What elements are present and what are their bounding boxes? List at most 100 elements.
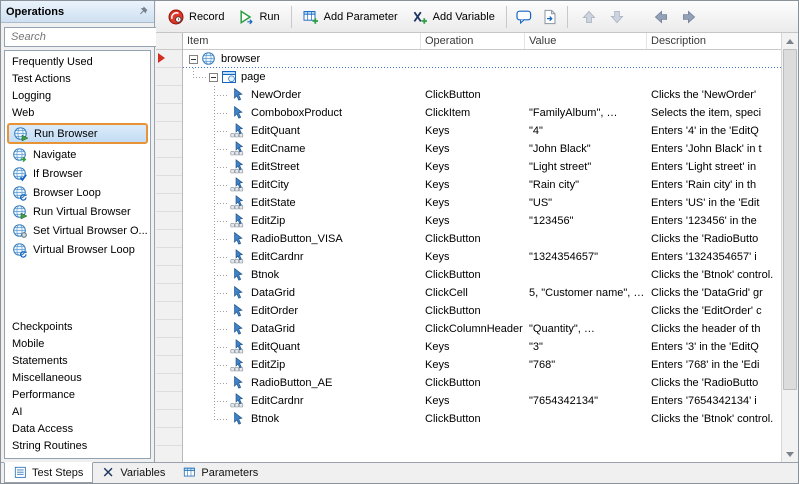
sidebar-item-virtual-browser-loop[interactable]: Virtual Browser Loop [5,240,150,259]
indent-button[interactable] [676,5,702,29]
row-selector[interactable] [156,176,182,194]
test-step-row[interactable]: BtnokClickButtonClicks the 'Btnok' contr… [183,410,781,428]
test-step-row[interactable]: EditQuantKeys"4"Enters '4' in the 'EditQ [183,122,781,140]
sidebar-item-run-virtual-browser[interactable]: Run Virtual Browser [5,202,150,221]
test-step-row[interactable]: RadioButton_AEClickButtonClicks the 'Rad… [183,374,781,392]
row-selector[interactable] [156,410,182,428]
row-selector[interactable] [156,446,182,462]
row-selector[interactable] [156,104,182,122]
search-input[interactable] [9,30,156,44]
item-cell: EditOrder [183,302,421,320]
run-button[interactable]: Run [231,5,286,29]
tab-test-steps[interactable]: Test Steps [4,462,93,483]
record-button[interactable]: Record [161,5,231,29]
item-name: EditCardnr [251,395,304,407]
collapse-toggle[interactable] [189,55,198,64]
sidebar-item-browser-loop[interactable]: Browser Loop [5,183,150,202]
scroll-down-button[interactable] [782,446,798,462]
move-down-button[interactable] [604,5,630,29]
item-cell: RadioButton_VISA [183,230,421,248]
tab-variables[interactable]: Variables [93,463,174,483]
sidebar-item-data-access[interactable]: Data Access [5,421,150,438]
row-selector[interactable] [156,212,182,230]
sidebar-item-statements[interactable]: Statements [5,353,150,370]
sidebar-item-checkpoints[interactable]: Checkpoints [5,319,150,336]
row-selector[interactable] [156,50,182,68]
row-selector[interactable] [156,194,182,212]
item-name: EditZip [251,215,285,227]
row-selector[interactable] [156,338,182,356]
test-step-row[interactable]: EditStreetKeys"Light street"Enters 'Ligh… [183,158,781,176]
add-parameter-button[interactable]: Add Parameter [296,5,405,29]
column-header-item[interactable]: Item [183,33,421,49]
test-step-row[interactable]: EditCardnrKeys"7654342134"Enters '765434… [183,392,781,410]
row-selector[interactable] [156,320,182,338]
collapse-toggle[interactable] [209,73,218,82]
row-selector[interactable] [156,356,182,374]
move-up-button[interactable] [576,5,602,29]
run-button-label: Run [259,11,279,23]
sidebar-item-web[interactable]: Web [5,105,150,122]
sidebar-item-run-browser[interactable]: Run Browser [7,123,148,144]
test-step-row[interactable]: EditQuantKeys"3"Enters '3' in the 'EditQ [183,338,781,356]
test-step-row[interactable]: EditOrderClickButtonClicks the 'EditOrde… [183,302,781,320]
row-selector[interactable] [156,140,182,158]
test-step-row[interactable]: RadioButton_VISAClickButtonClicks the 'R… [183,230,781,248]
row-selector[interactable] [156,284,182,302]
sidebar-item-string-routines[interactable]: String Routines [5,438,150,455]
row-selector[interactable] [156,374,182,392]
test-step-row[interactable]: EditStateKeys"US"Enters 'US' in the 'Edi… [183,194,781,212]
sidebar-item-mobile[interactable]: Mobile [5,336,150,353]
test-step-row[interactable]: NewOrderClickButtonClicks the 'NewOrder' [183,86,781,104]
sidebar-item-performance[interactable]: Performance [5,387,150,404]
row-selector[interactable] [156,158,182,176]
outdent-button[interactable] [648,5,674,29]
tab-parameters[interactable]: Parameters [174,463,267,483]
sidebar-item-if-browser[interactable]: If Browser [5,164,150,183]
browser-loop-icon [12,185,28,201]
value-cell [525,266,647,284]
operation-cell [421,68,525,86]
tree-node-browser[interactable]: browser [183,50,781,68]
add-variable-button[interactable]: Add Variable [405,5,502,29]
sidebar-item-frequently-used[interactable]: Frequently Used [5,54,150,71]
test-step-row[interactable]: EditCardnrKeys"1324354657"Enters '132435… [183,248,781,266]
scrollbar-track[interactable] [782,49,798,446]
sidebar-item-test-actions[interactable]: Test Actions [5,71,150,88]
item-name: NewOrder [251,89,301,101]
column-header-operation[interactable]: Operation [421,33,525,49]
sidebar-item-logging[interactable]: Logging [5,88,150,105]
sidebar-item-set-virtual-browser-o[interactable]: Set Virtual Browser O... [5,221,150,240]
column-header-description[interactable]: Description [647,33,781,49]
add-comment-button[interactable] [511,5,537,29]
test-step-row[interactable]: EditZipKeys"768"Enters '768' in the 'Edi [183,356,781,374]
row-selector[interactable] [156,122,182,140]
test-step-row[interactable]: ComboboxProductClickItem"FamilyAlbum", …… [183,104,781,122]
description-cell: Enters '768' in the 'Edi [647,356,781,374]
sidebar-item-miscellaneous[interactable]: Miscellaneous [5,370,150,387]
pin-icon[interactable] [136,5,149,18]
test-step-row[interactable]: DataGridClickCell5, "Customer name", …Cl… [183,284,781,302]
test-step-row[interactable]: EditZipKeys"123456"Enters '123456' in th… [183,212,781,230]
test-step-row[interactable]: BtnokClickButtonClicks the 'Btnok' contr… [183,266,781,284]
tree-node-page[interactable]: page [183,68,781,86]
sidebar-item-navigate[interactable]: Navigate [5,145,150,164]
row-selector[interactable] [156,392,182,410]
show-descriptions-button[interactable] [537,5,563,29]
sidebar-item-ai[interactable]: AI [5,404,150,421]
row-selector[interactable] [156,230,182,248]
test-step-row[interactable]: EditCnameKeys"John Black"Enters 'John Bl… [183,140,781,158]
row-selector[interactable] [156,428,182,446]
row-selector[interactable] [156,302,182,320]
test-step-row[interactable]: EditCityKeys"Rain city"Enters 'Rain city… [183,176,781,194]
row-selector[interactable] [156,248,182,266]
sidebar-item-label: Navigate [33,149,76,161]
column-header-value[interactable]: Value [525,33,647,49]
scroll-up-button[interactable] [782,33,798,49]
row-selector[interactable] [156,266,182,284]
vertical-scrollbar[interactable] [781,33,798,462]
scrollbar-thumb[interactable] [783,49,797,390]
row-selector[interactable] [156,86,182,104]
test-step-row[interactable]: DataGridClickColumnHeader"Quantity", …Cl… [183,320,781,338]
row-selector[interactable] [156,68,182,86]
